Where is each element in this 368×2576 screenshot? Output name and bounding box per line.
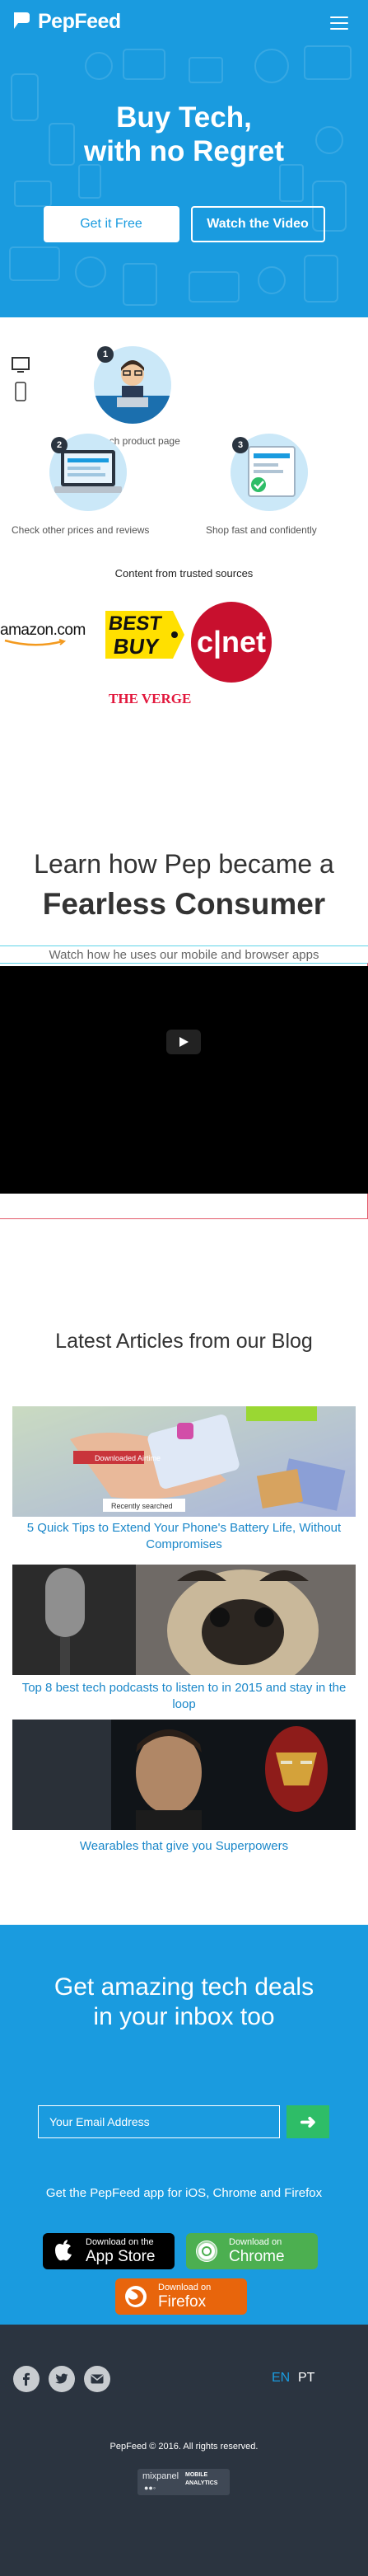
top-nav: PepFeed: [0, 0, 368, 45]
facebook-glyph-icon: [23, 2372, 30, 2386]
step-3: 3 Shop fast and confidently: [206, 434, 317, 536]
trusted-sources-heading: Content from trusted sources: [114, 567, 254, 579]
article-1-image[interactable]: Downloaded Airtime Recently searched: [12, 1406, 356, 1517]
blog-heading: Latest Articles from our Blog: [55, 1330, 313, 1353]
hero-title-line2: with no Regret: [83, 135, 285, 167]
app-store-small: Download on the: [86, 2236, 154, 2247]
firefox-store-large: Firefox: [158, 2292, 207, 2311]
video-subtitle-text: Watch how he uses our mobile and browser…: [49, 947, 319, 962]
learn-heading-bold: Fearless Consumer: [42, 887, 326, 921]
video-player[interactable]: [0, 966, 368, 1194]
twitter-glyph-icon: [55, 2373, 68, 2384]
step-3-label: Shop fast and confidently: [206, 524, 317, 536]
app-store-button[interactable]: Download on the App Store: [43, 2233, 175, 2269]
step-number: 3: [232, 437, 249, 453]
cnet-logo-text: c|net: [196, 625, 267, 659]
chrome-store-button[interactable]: Download on Chrome: [186, 2233, 318, 2269]
lang-en-link[interactable]: EN: [272, 2371, 290, 2386]
amazon-logo-text: amazon.com: [0, 622, 86, 639]
bestbuy-word-2: BUY: [111, 634, 161, 659]
play-button[interactable]: [166, 1030, 201, 1054]
step-1: 1 ech product page: [94, 346, 180, 447]
watch-video-button[interactable]: Watch the Video: [190, 206, 325, 242]
devices-icon: [12, 357, 30, 401]
app-store-large: App Store: [86, 2247, 156, 2265]
mixpanel-text: mixpanel: [142, 2471, 179, 2481]
chrome-store-small: Download on: [229, 2236, 282, 2247]
article-2-image[interactable]: [12, 1565, 356, 1675]
copyright-text: PepFeed © 2016. All rights reserved.: [109, 2442, 259, 2452]
chrome-icon: [196, 2241, 217, 2262]
email-icon[interactable]: [84, 2366, 110, 2392]
mixpanel-badge[interactable]: mixpanel MOBILE ANALYTICS ●●◦: [137, 2469, 230, 2495]
pepfeed-logo-icon: [14, 12, 30, 29]
step-2: 2 Check other prices and reviews: [12, 434, 149, 536]
article-1-img-label-1: Downloaded Airtime: [95, 1454, 161, 1462]
email-field[interactable]: [38, 2105, 280, 2138]
firefox-store-button[interactable]: Download on Firefox: [115, 2278, 247, 2315]
facebook-icon[interactable]: [13, 2366, 40, 2392]
article-3-image[interactable]: [12, 1720, 356, 1830]
newsletter-heading: Get amazing tech deals in your inbox too: [0, 1973, 368, 2032]
firefox-store-small: Download on: [158, 2282, 212, 2292]
email-submit-button[interactable]: ➜: [286, 2105, 329, 2138]
hero-section: PepFeed Buy Tech, with no Regret Get it …: [0, 0, 368, 317]
verge-logo: THE VERGE: [109, 691, 192, 706]
firefox-icon: [125, 2286, 147, 2307]
page: PepFeed Buy Tech, with no Regret Get it …: [0, 0, 368, 2576]
mixpanel-sub-1: MOBILE: [185, 2472, 208, 2478]
chrome-store-large: Chrome: [229, 2247, 285, 2265]
step-number: 2: [51, 437, 68, 453]
twitter-icon[interactable]: [49, 2366, 75, 2392]
article-1-img-label-2: Recently searched: [111, 1502, 173, 1510]
pug-microphone-image: [12, 1565, 356, 1675]
menu-icon[interactable]: [330, 16, 348, 30]
cnet-logo: c|net: [191, 602, 272, 683]
article-2-title[interactable]: Top 8 best tech podcasts to listen to in…: [12, 1680, 356, 1713]
step-2-label: Check other prices and reviews: [12, 524, 150, 536]
get-it-free-button[interactable]: Get it Free: [43, 206, 179, 242]
mixpanel-sub-2: ANALYTICS: [185, 2480, 218, 2486]
envelope-glyph-icon: [91, 2374, 104, 2384]
article-1-title[interactable]: 5 Quick Tips to Extend Your Phone's Batt…: [12, 1520, 356, 1553]
video-subtitle: Watch how he uses our mobile and browser…: [0, 945, 368, 964]
newsletter-heading-line2: in your inbox too: [93, 2003, 275, 2030]
hero-title-line1: Buy Tech,: [116, 101, 252, 134]
logo-text: PepFeed: [38, 10, 121, 33]
hero-title: Buy Tech, with no Regret: [0, 101, 368, 168]
bestbuy-logo: BEST BUY: [102, 608, 188, 662]
bestbuy-word-1: BEST: [107, 612, 163, 635]
amazon-smile-icon: [4, 639, 67, 646]
hero-buttons: Get it Free Watch the Video: [0, 206, 368, 242]
learn-heading: Learn how Pep became a: [34, 849, 334, 879]
amazon-logo: amazon.com: [0, 622, 86, 646]
arrow-right-icon: ➜: [299, 2110, 317, 2133]
lang-pt-link[interactable]: PT: [298, 2371, 314, 2386]
apple-icon: [55, 2240, 72, 2261]
get-app-text: Get the PepFeed app for iOS, Chrome and …: [45, 2186, 323, 2200]
phone-in-hand-image: Downloaded Airtime Recently searched: [12, 1406, 356, 1517]
article-3-title[interactable]: Wearables that give you Superpowers: [12, 1838, 356, 1855]
newsletter-heading-line1: Get amazing tech deals: [54, 1973, 314, 2001]
step-number: 1: [97, 346, 114, 363]
logo[interactable]: PepFeed: [12, 10, 121, 34]
ironman-image: [12, 1720, 356, 1830]
play-icon: [179, 1037, 189, 1047]
mixpanel-dots-icon: ●●◦: [144, 2484, 156, 2492]
